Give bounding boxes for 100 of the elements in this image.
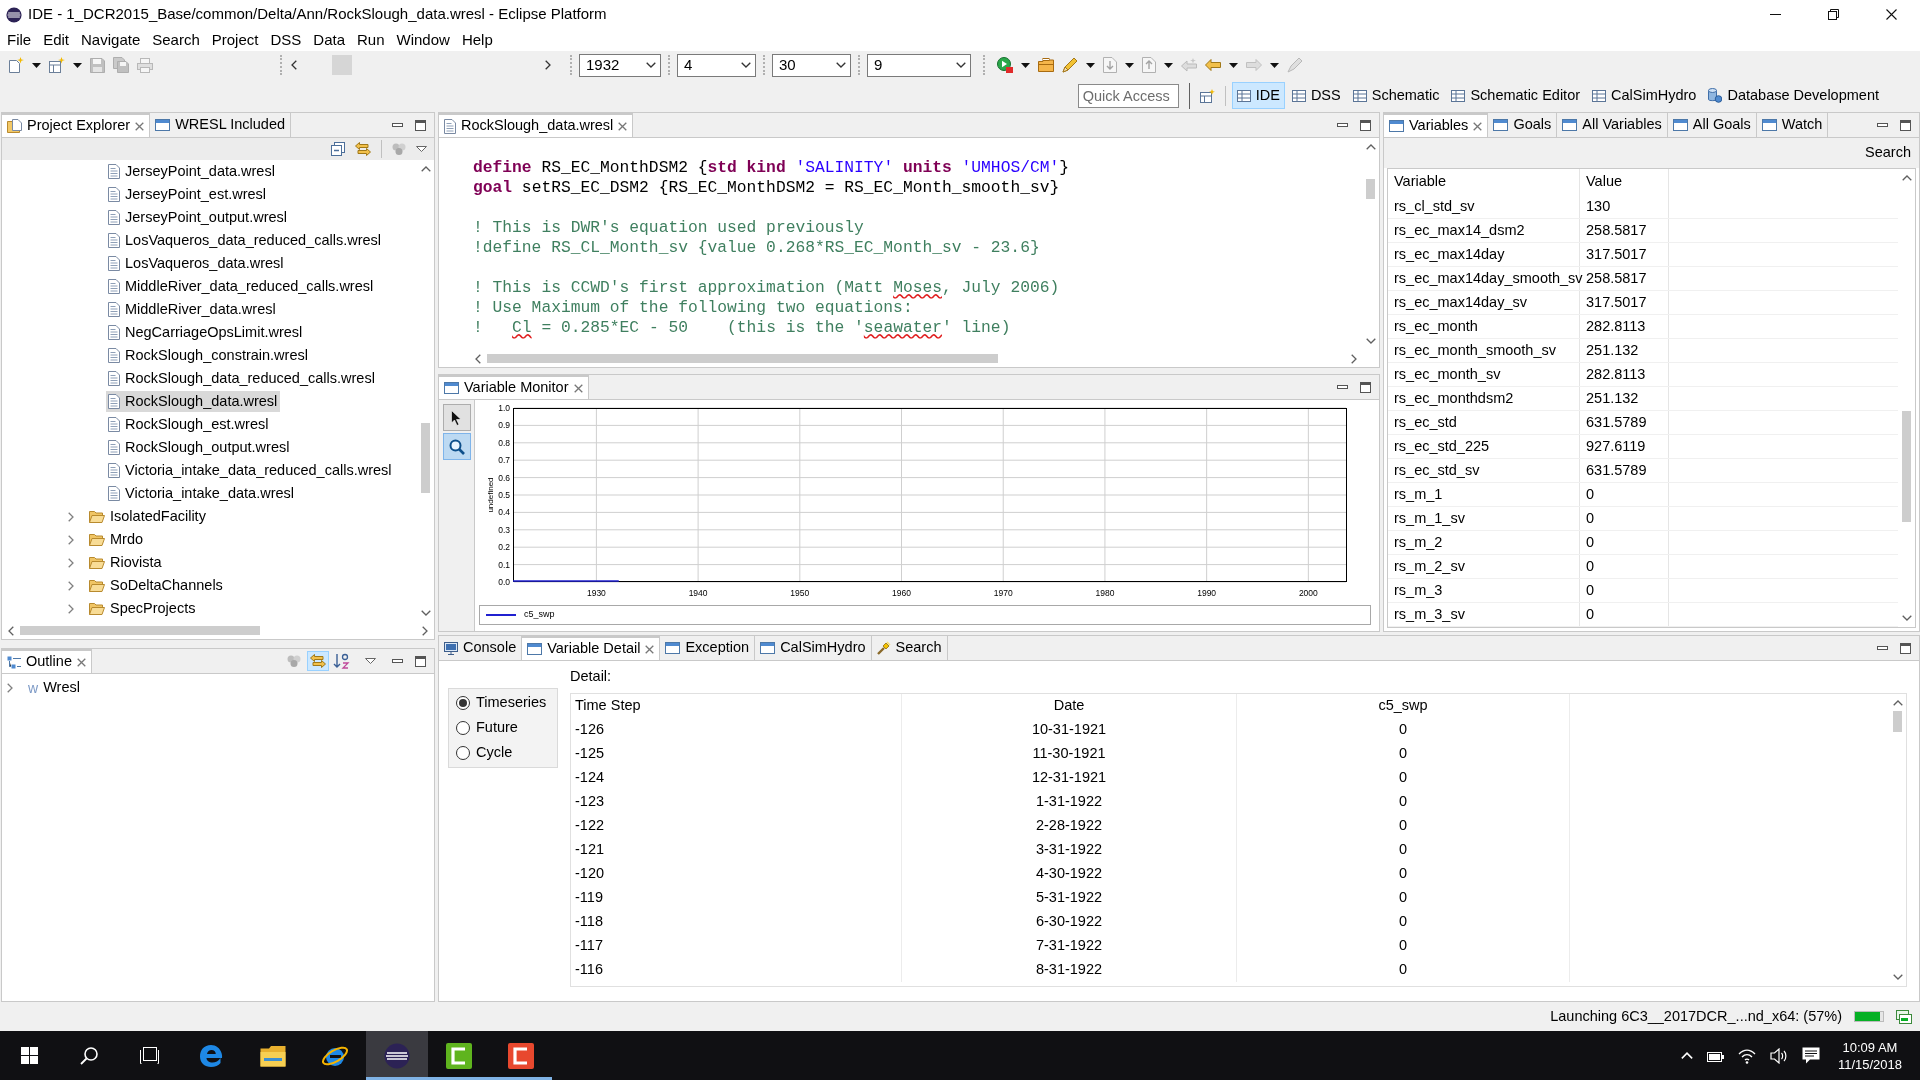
minimize-icon[interactable] xyxy=(392,123,403,127)
view-tab[interactable]: Outline xyxy=(2,649,92,673)
view-tab[interactable]: Variables xyxy=(1384,113,1489,137)
column-header[interactable]: c5_swp xyxy=(1378,695,1428,717)
maximize-icon[interactable] xyxy=(1900,119,1911,131)
scrollbar-thumb[interactable] xyxy=(332,55,352,75)
scroll-up-icon[interactable] xyxy=(1365,144,1376,150)
tree-item[interactable]: MiddleRiver_data.wresl xyxy=(106,299,279,320)
chevron-down-icon[interactable] xyxy=(956,62,966,68)
radio-button[interactable] xyxy=(456,746,470,760)
tree-item[interactable]: Mrdo xyxy=(87,529,147,550)
perspective-button[interactable]: CalSimHydro xyxy=(1587,82,1702,109)
scroll-right-icon[interactable] xyxy=(1351,353,1357,364)
maximize-icon[interactable] xyxy=(415,119,426,131)
perspective-button[interactable]: DSS xyxy=(1286,82,1346,109)
tree-item[interactable]: Victoria_intake_data_reduced_calls.wresl xyxy=(106,460,395,481)
chart-tool-button[interactable] xyxy=(442,433,471,460)
scroll-left-icon[interactable] xyxy=(475,353,481,364)
menu-item[interactable]: Run xyxy=(351,30,391,50)
tree-item[interactable]: MiddleRiver_data_reduced_calls.wresl xyxy=(106,276,377,297)
close-icon[interactable] xyxy=(1473,121,1483,131)
menu-item[interactable]: Edit xyxy=(37,30,76,50)
menu-item[interactable]: Window xyxy=(390,30,456,50)
tree-item[interactable]: LosVaqueros_data.wresl xyxy=(106,253,287,274)
dropdown-field[interactable]: 1932 xyxy=(579,53,661,77)
menu-item[interactable]: File xyxy=(1,30,38,50)
scroll-up-icon[interactable] xyxy=(1901,175,1912,181)
perspective-button[interactable]: IDE xyxy=(1231,82,1285,109)
tree-item[interactable]: NegCarriageOpsLimit.wresl xyxy=(106,322,306,343)
chevron-up-icon[interactable] xyxy=(1680,1051,1693,1060)
scroll-right-icon[interactable] xyxy=(422,625,428,636)
tree-item[interactable]: RockSlough_output.wresl xyxy=(106,437,293,458)
tree-item[interactable]: SpecProjects xyxy=(87,598,199,619)
pencil-icon[interactable] xyxy=(1062,57,1078,73)
scroll-down-icon[interactable] xyxy=(1365,338,1376,344)
view-tab[interactable]: Project Explorer xyxy=(2,113,151,137)
briefcase-icon[interactable] xyxy=(1038,58,1054,72)
menu-item[interactable]: Navigate xyxy=(75,30,147,50)
back-arrow-icon[interactable] xyxy=(1205,59,1221,71)
dropdown-caret-icon[interactable] xyxy=(1086,62,1095,68)
two-arrows-icon[interactable] xyxy=(307,651,329,671)
taskbar-button[interactable] xyxy=(366,1031,428,1080)
view-tab[interactable]: RockSlough_data.wresl xyxy=(439,113,634,137)
radio-button[interactable] xyxy=(456,696,470,710)
scroll-down-icon[interactable] xyxy=(1901,615,1912,621)
tree-item[interactable]: RockSlough_data.wresl xyxy=(106,391,281,412)
close-icon[interactable] xyxy=(76,657,86,667)
tree-item[interactable]: JerseyPoint_data.wresl xyxy=(106,161,278,182)
quick-access-field[interactable]: Quick Access xyxy=(1077,83,1179,108)
search-button[interactable]: Search xyxy=(1863,142,1913,164)
view-tab[interactable]: Variable Monitor xyxy=(439,375,589,399)
perspective-button[interactable]: Schematic xyxy=(1347,82,1445,109)
maximize-icon[interactable] xyxy=(415,655,426,667)
close-icon[interactable] xyxy=(645,644,655,654)
scroll-down-icon[interactable] xyxy=(420,610,431,616)
dropdown-field[interactable]: 30 xyxy=(772,53,851,77)
close-icon[interactable] xyxy=(573,383,583,393)
dropdown-caret-icon[interactable] xyxy=(1229,62,1238,68)
chevron-down-icon[interactable] xyxy=(646,62,656,68)
menu-triangle-icon[interactable] xyxy=(365,658,376,664)
play-circle-icon[interactable] xyxy=(997,57,1013,73)
minimize-icon[interactable] xyxy=(1337,385,1348,389)
clock-date[interactable]: 11/15/2018 xyxy=(1837,1055,1902,1073)
column-header[interactable]: Date xyxy=(1053,695,1085,717)
tree-item[interactable]: SoDeltaChannels xyxy=(87,575,226,596)
minimize-icon[interactable] xyxy=(1877,646,1888,650)
radio-label[interactable]: Timeseries xyxy=(476,692,547,714)
scrollbar-thumb[interactable] xyxy=(1893,711,1902,732)
menu-item[interactable]: Data xyxy=(307,30,351,50)
scrollbar-thumb[interactable] xyxy=(1902,411,1911,522)
minimize-icon[interactable] xyxy=(392,659,403,663)
tree-item[interactable]: RockSlough_est.wresl xyxy=(106,414,272,435)
collapse-all-icon[interactable] xyxy=(331,142,345,156)
dropdown-caret-icon[interactable] xyxy=(73,62,82,68)
tree-item[interactable]: IsolatedFacility xyxy=(87,506,209,527)
maximize-icon[interactable] xyxy=(1360,119,1371,131)
speaker-icon[interactable] xyxy=(1769,1047,1788,1064)
scroll-up-icon[interactable] xyxy=(420,166,431,172)
column-header[interactable]: Value xyxy=(1586,171,1622,193)
tree-item[interactable]: Victoria_intake_data.wresl xyxy=(106,483,297,504)
close-icon[interactable] xyxy=(135,121,145,131)
column-header[interactable]: Time Step xyxy=(575,695,641,717)
open-perspective-icon[interactable] xyxy=(1199,88,1215,103)
scrollbar-thumb[interactable] xyxy=(421,423,430,493)
new-file-icon[interactable] xyxy=(8,57,24,73)
scroll-left-icon[interactable] xyxy=(8,625,14,636)
scrollbar-thumb[interactable] xyxy=(20,626,260,635)
menu-item[interactable]: Help xyxy=(455,30,499,50)
chevron-left-icon[interactable] xyxy=(291,60,297,70)
scroll-up-icon[interactable] xyxy=(1892,700,1903,706)
column-header[interactable]: Variable xyxy=(1394,171,1447,193)
dropdown-field[interactable]: 4 xyxy=(677,53,756,77)
menu-item[interactable]: Search xyxy=(146,30,206,50)
tree-item[interactable]: JerseyPoint_output.wresl xyxy=(106,207,290,228)
dropdown-caret-icon[interactable] xyxy=(1021,62,1030,68)
windows-logo-icon[interactable] xyxy=(20,1047,38,1064)
two-arrows-icon[interactable] xyxy=(355,142,371,156)
task-view-icon[interactable] xyxy=(139,1047,160,1064)
radio-label[interactable]: Future xyxy=(476,717,518,739)
clock-time[interactable]: 10:09 AM xyxy=(1842,1038,1898,1056)
